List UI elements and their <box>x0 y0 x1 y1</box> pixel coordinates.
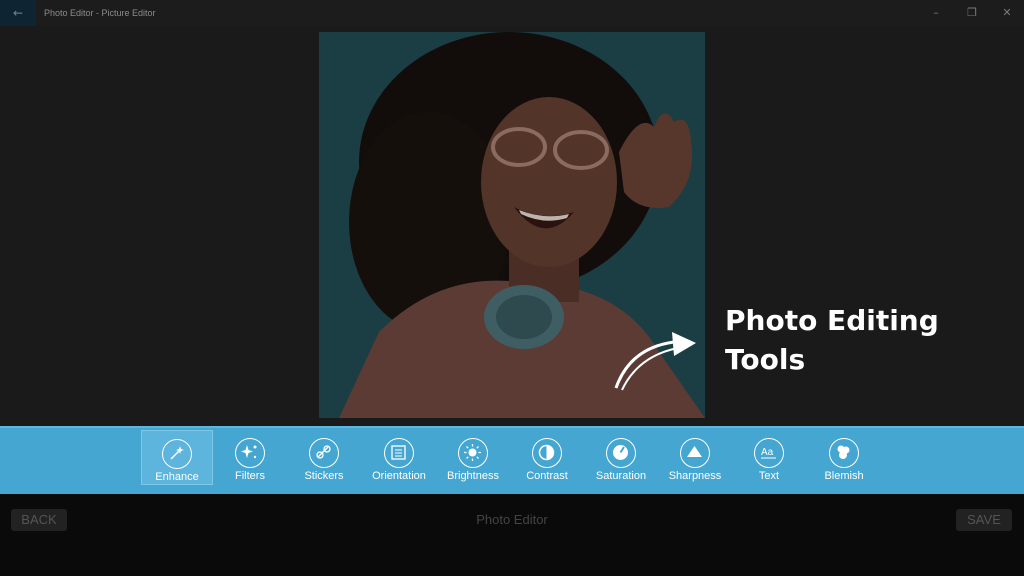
svg-text:Aa: Aa <box>761 447 774 458</box>
annotation-line-1: Photo Editing <box>725 304 939 337</box>
maximize-icon[interactable]: ❐ <box>954 0 990 26</box>
bottom-bar: BACK Photo Editor SAVE <box>0 494 1024 576</box>
contrast-icon <box>532 438 562 468</box>
sticker-icon <box>309 438 339 468</box>
bottom-title: Photo Editor <box>476 512 548 527</box>
curved-arrow-icon <box>614 332 696 391</box>
back-arrow-icon[interactable]: ← <box>0 0 36 26</box>
orientation-icon <box>384 438 414 468</box>
annotation-line-2: Tools <box>725 343 806 376</box>
magic-wand-icon <box>162 439 192 469</box>
tool-enhance[interactable]: Enhance <box>141 430 213 485</box>
tool-label: Blemish <box>824 470 864 482</box>
window-title: Photo Editor - Picture Editor <box>44 8 156 18</box>
tool-label: Brightness <box>447 470 499 482</box>
tool-filters[interactable]: Filters <box>214 430 286 485</box>
save-button[interactable]: SAVE <box>956 509 1012 531</box>
annotation-text: Photo Editing Tools <box>725 301 985 379</box>
tool-orientation[interactable]: Orientation <box>363 430 435 485</box>
tool-label: Text <box>758 470 780 482</box>
tool-stickers[interactable]: Stickers <box>288 430 360 485</box>
tool-label: Orientation <box>372 470 426 482</box>
tool-label: Saturation <box>595 470 647 482</box>
sparkles-icon <box>235 438 265 468</box>
tool-label: Filters <box>235 470 265 482</box>
sun-icon <box>458 438 488 468</box>
title-bar: ← Photo Editor - Picture Editor – ❐ ✕ <box>0 0 1024 26</box>
tool-blemish[interactable]: Blemish <box>808 430 880 485</box>
saturation-icon <box>606 438 636 468</box>
blemish-icon <box>829 438 859 468</box>
tool-contrast[interactable]: Contrast <box>511 430 583 485</box>
triangle-icon <box>680 438 710 468</box>
tool-saturation[interactable]: Saturation <box>585 430 657 485</box>
tool-label: Stickers <box>304 470 344 482</box>
close-icon[interactable]: ✕ <box>989 0 1024 26</box>
tool-sharpness[interactable]: Sharpness <box>659 430 731 485</box>
tool-brightness[interactable]: Brightness <box>437 430 509 485</box>
tool-label: Sharpness <box>668 470 722 482</box>
minimize-icon[interactable]: – <box>918 0 954 26</box>
tool-label: Contrast <box>526 470 568 482</box>
tools-toolbar: Enhance Filters Stickers Orientation Bri… <box>0 426 1024 496</box>
tool-label: Enhance <box>155 471 199 483</box>
tool-text[interactable]: Aa Text <box>733 430 805 485</box>
text-icon: Aa <box>754 438 784 468</box>
